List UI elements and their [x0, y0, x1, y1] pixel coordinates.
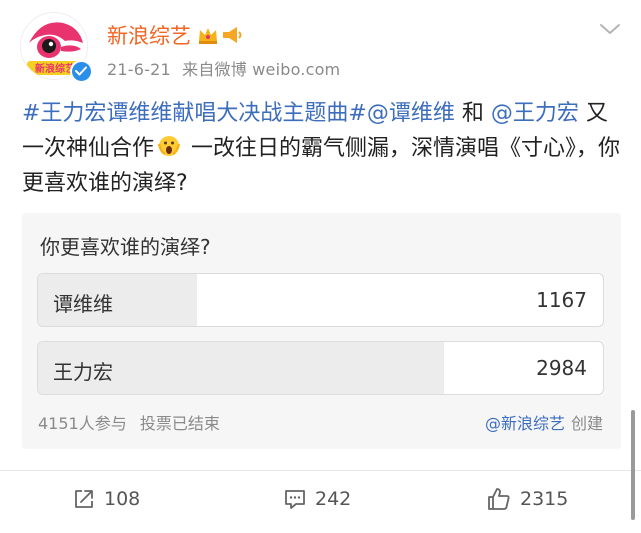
like-count: 2315	[520, 488, 569, 510]
verified-badge	[70, 60, 92, 82]
share-button[interactable]: 108	[72, 482, 140, 516]
poll-card: 你更喜欢谁的演绎? 谭维维 1167 王力宏 2984 4151人参与 投票已结…	[22, 213, 621, 449]
thumbs-up-icon	[488, 488, 510, 510]
poll-created-label: 创建	[570, 414, 603, 433]
comment-count: 242	[315, 488, 352, 510]
poll-question: 你更喜欢谁的演绎?	[40, 235, 211, 259]
screaming-face-icon	[157, 136, 181, 156]
poll-creator: @新浪综艺 创建	[485, 410, 603, 434]
mention-link[interactable]: @谭维维	[367, 101, 455, 126]
username-row: 新浪综艺	[107, 20, 243, 50]
crown-icon	[199, 28, 217, 44]
content-text: 和	[454, 101, 491, 126]
svg-text:新浪综艺: 新浪综艺	[35, 62, 75, 75]
hashtag-link[interactable]: #王力宏谭维维献唱大决战主题曲#	[22, 101, 367, 126]
poll-option-1[interactable]: 谭维维 1167	[37, 273, 604, 327]
post-date: 21-6-21	[107, 60, 171, 79]
comment-button[interactable]: 242	[283, 482, 351, 516]
poll-option-label: 王力宏	[53, 360, 113, 384]
username[interactable]: 新浪综艺	[107, 20, 191, 50]
action-bar: 108 242 2315	[0, 482, 641, 518]
poll-participants: 4151人参与	[38, 414, 127, 433]
poll-status: 投票已结束	[139, 414, 220, 433]
like-button[interactable]: 2315	[486, 482, 568, 516]
poll-option-label: 谭维维	[53, 292, 113, 316]
post-meta: 21-6-21 来自微博 weibo.com	[107, 56, 346, 80]
poll-stats: 4151人参与 投票已结束	[38, 410, 228, 434]
poll-option-2[interactable]: 王力宏 2984	[37, 341, 604, 395]
verified-check-icon	[71, 61, 91, 81]
divider	[0, 470, 641, 471]
chevron-down-icon[interactable]	[598, 20, 622, 38]
scrollbar[interactable]	[631, 410, 635, 520]
poll-option-count: 2984	[536, 356, 587, 380]
share-count: 108	[104, 488, 141, 510]
mention-link[interactable]: @王力宏	[491, 101, 579, 126]
poll-creator-link[interactable]: @新浪综艺	[485, 414, 565, 433]
comment-icon	[285, 490, 305, 509]
poll-option-count: 1167	[536, 288, 587, 312]
post-content: #王力宏谭维维献唱大决战主题曲#@谭维维 和 @王力宏 又一次神仙合作 一改往日…	[22, 96, 622, 201]
share-icon	[75, 490, 93, 508]
post-source: 来自微博 weibo.com	[182, 60, 341, 79]
megaphone-icon	[223, 27, 242, 43]
